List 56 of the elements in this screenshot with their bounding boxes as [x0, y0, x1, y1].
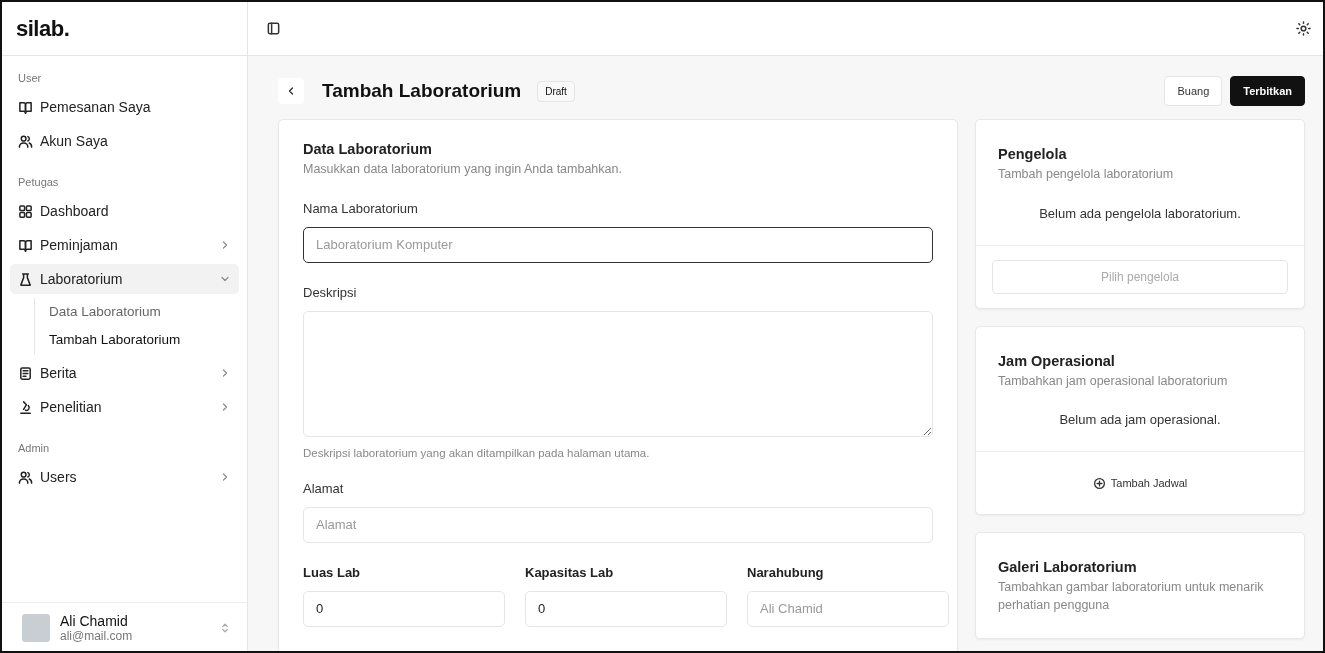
input-field[interactable]: 0: [525, 590, 727, 627]
sidebar-item[interactable]: Laboratorium: [10, 264, 239, 294]
flask-icon: [18, 271, 33, 287]
page-title: Tambah Laboratorium: [322, 80, 522, 102]
section-label: User: [17, 71, 43, 86]
sidebar-item[interactable]: Berita: [10, 358, 239, 388]
field-label: Alamat: [303, 480, 345, 496]
field-label: Deskripsi: [303, 284, 358, 300]
user-name: Ali Chamid: [60, 613, 129, 629]
book-icon: [18, 99, 33, 115]
chevrons-up-down-icon: [219, 622, 231, 634]
plus-circle-icon: [1092, 476, 1106, 490]
field-label: Kapasitas Lab: [525, 564, 615, 580]
book-icon: [18, 237, 33, 253]
input-field[interactable]: Laboratorium Komputer: [303, 226, 933, 263]
empty-message: Belum ada pengelola laboratorium.: [1038, 205, 1242, 221]
discard-button[interactable]: Buang: [1164, 76, 1223, 106]
card-subtitle: Tambahkan gambar laboratorium untuk menarik perhatian pengguna: [998, 579, 1265, 614]
card-title: Data Laboratorium: [303, 141, 433, 157]
sidebar-subitem[interactable]: Tambah Laboratorium: [49, 326, 239, 354]
user-email: ali@mail.com: [60, 629, 134, 643]
field-label: Luas Lab: [303, 564, 362, 580]
sidebar-item[interactable]: Peminjaman: [10, 230, 239, 260]
textarea-field[interactable]: [303, 310, 933, 437]
sidebar-item[interactable]: Users: [10, 462, 239, 492]
input-field[interactable]: 0: [303, 590, 505, 627]
newspaper-icon: [18, 365, 33, 381]
field-hint: Deskripsi laboratorium yang akan ditampilkan pada halaman utama.: [303, 446, 651, 459]
avatar: [22, 614, 50, 642]
card-title: Jam Operasional: [998, 352, 1116, 369]
sidebar-subitem[interactable]: Data Laboratorium: [49, 298, 239, 326]
users-icon: [18, 469, 33, 485]
section-label: Petugas: [17, 175, 60, 190]
grid-icon: [18, 203, 33, 219]
users-icon: [18, 133, 33, 149]
field-label: Nama Laboratorium: [303, 200, 419, 216]
publish-button[interactable]: Terbitkan: [1230, 76, 1305, 106]
logo: silab.: [16, 15, 70, 42]
status-badge: Draft: [537, 80, 575, 102]
empty-message: Belum ada jam operasional.: [1058, 412, 1222, 427]
sun-icon: [1296, 21, 1311, 36]
card-subtitle: Tambah pengelola laboratorium: [998, 166, 1175, 183]
field-label: Narahubung: [747, 564, 825, 580]
sidebar-toggle-icon: [266, 21, 281, 36]
user-menu[interactable]: Ali Chamid ali@mail.com: [2, 602, 247, 651]
sidebar-item[interactable]: Akun Saya: [10, 126, 239, 156]
sidebar-item[interactable]: Pemesanan Saya: [10, 92, 239, 122]
sidebar-item[interactable]: Penelitian: [10, 392, 239, 422]
card-title: Galeri Laboratorium: [998, 559, 1138, 575]
card-subtitle: Tambahkan jam operasional laboratorium: [998, 372, 1229, 390]
card-title: Pengelola: [998, 146, 1068, 162]
microscope-icon: [18, 399, 33, 415]
card-subtitle: Masukkan data laboratorium yang ingin Anda tambahkan.: [303, 161, 623, 178]
sidebar-item[interactable]: Dashboard: [10, 196, 239, 226]
back-button[interactable]: [278, 78, 304, 104]
section-label: Admin: [17, 441, 51, 456]
